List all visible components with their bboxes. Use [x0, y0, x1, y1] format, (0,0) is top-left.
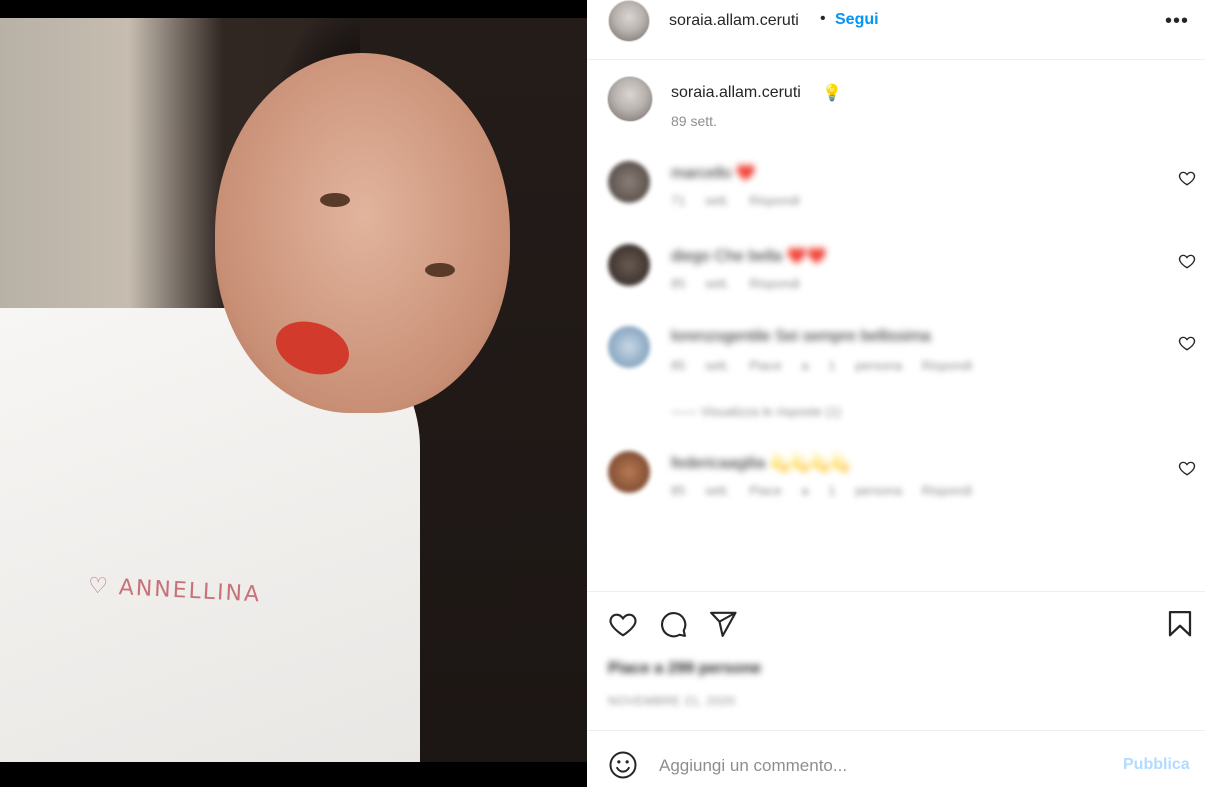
caption-username[interactable]: soraia.allam.ceruti	[671, 84, 801, 102]
more-options-icon[interactable]: •••	[1165, 10, 1189, 33]
comment-input[interactable]	[657, 753, 1091, 779]
like-comment-icon[interactable]	[1178, 459, 1196, 477]
commenter-avatar[interactable]	[608, 161, 650, 203]
commenter-avatar[interactable]	[608, 326, 650, 368]
photo-face	[215, 53, 510, 413]
author-username[interactable]: soraia.allam.ceruti	[669, 12, 799, 30]
comment-meta: 71 sett. Rispondi	[671, 193, 800, 208]
post-actions	[587, 591, 1205, 654]
commenter-avatar[interactable]	[608, 451, 650, 493]
comment-meta: 85 sett. Piace a 1 persona Rispondi	[671, 483, 973, 498]
comment-text: diego Che bella ❤️❤️	[671, 248, 827, 265]
comment-item: marcello ❤️ 71 sett. Rispondi	[587, 157, 1205, 217]
follow-button[interactable]: Segui	[835, 11, 879, 29]
post-header: soraia.allam.ceruti • Segui •••	[587, 0, 1205, 60]
add-comment-bar: Pubblica	[587, 730, 1205, 788]
comment-text: federicaagilia 💫💫💫💫	[671, 455, 850, 472]
comment-item: federicaagilia 💫💫💫💫 85 sett. Piace a 1 p…	[587, 447, 1205, 507]
publish-button[interactable]: Pubblica	[1123, 756, 1190, 774]
author-avatar[interactable]	[608, 0, 650, 42]
post-details-panel: soraia.allam.ceruti • Segui ••• soraia.a…	[587, 0, 1205, 787]
comment-icon[interactable]	[658, 609, 688, 639]
post-media: ♡ ANNELLINA	[0, 0, 587, 787]
post-date: NOVEMBRE 21, 2020	[608, 694, 736, 708]
like-icon[interactable]	[608, 609, 638, 639]
photo-eye-left	[320, 193, 350, 207]
post-photo[interactable]: ♡ ANNELLINA	[0, 18, 587, 762]
emoji-icon[interactable]	[608, 750, 638, 780]
comment-text: lorenzogentile Sei sempre bellissima	[671, 328, 931, 345]
share-icon[interactable]	[708, 609, 738, 639]
caption-time[interactable]: 89 sett.	[671, 113, 717, 129]
like-comment-icon[interactable]	[1178, 334, 1196, 352]
caption-avatar[interactable]	[607, 76, 653, 122]
comment-meta: 85 sett. Piace a 1 persona Rispondi	[671, 358, 973, 373]
separator-dot: •	[820, 10, 826, 27]
like-comment-icon[interactable]	[1178, 252, 1196, 270]
view-replies-link[interactable]: —— Visualizza le risposte (1)	[671, 404, 841, 419]
lightbulb-emoji: 💡	[822, 85, 842, 102]
commenter-avatar[interactable]	[608, 244, 650, 286]
photo-eye-right	[425, 263, 455, 277]
likes-count[interactable]: Piace a 299 persone	[608, 660, 761, 678]
comment-item: lorenzogentile Sei sempre bellissima 85 …	[587, 322, 1205, 382]
save-bookmark-icon[interactable]	[1165, 609, 1195, 639]
comment-text: marcello ❤️	[671, 165, 756, 182]
comment-meta: 85 sett. Rispondi	[671, 276, 800, 291]
like-comment-icon[interactable]	[1178, 169, 1196, 187]
comment-item: diego Che bella ❤️❤️ 85 sett. Rispondi	[587, 240, 1205, 300]
